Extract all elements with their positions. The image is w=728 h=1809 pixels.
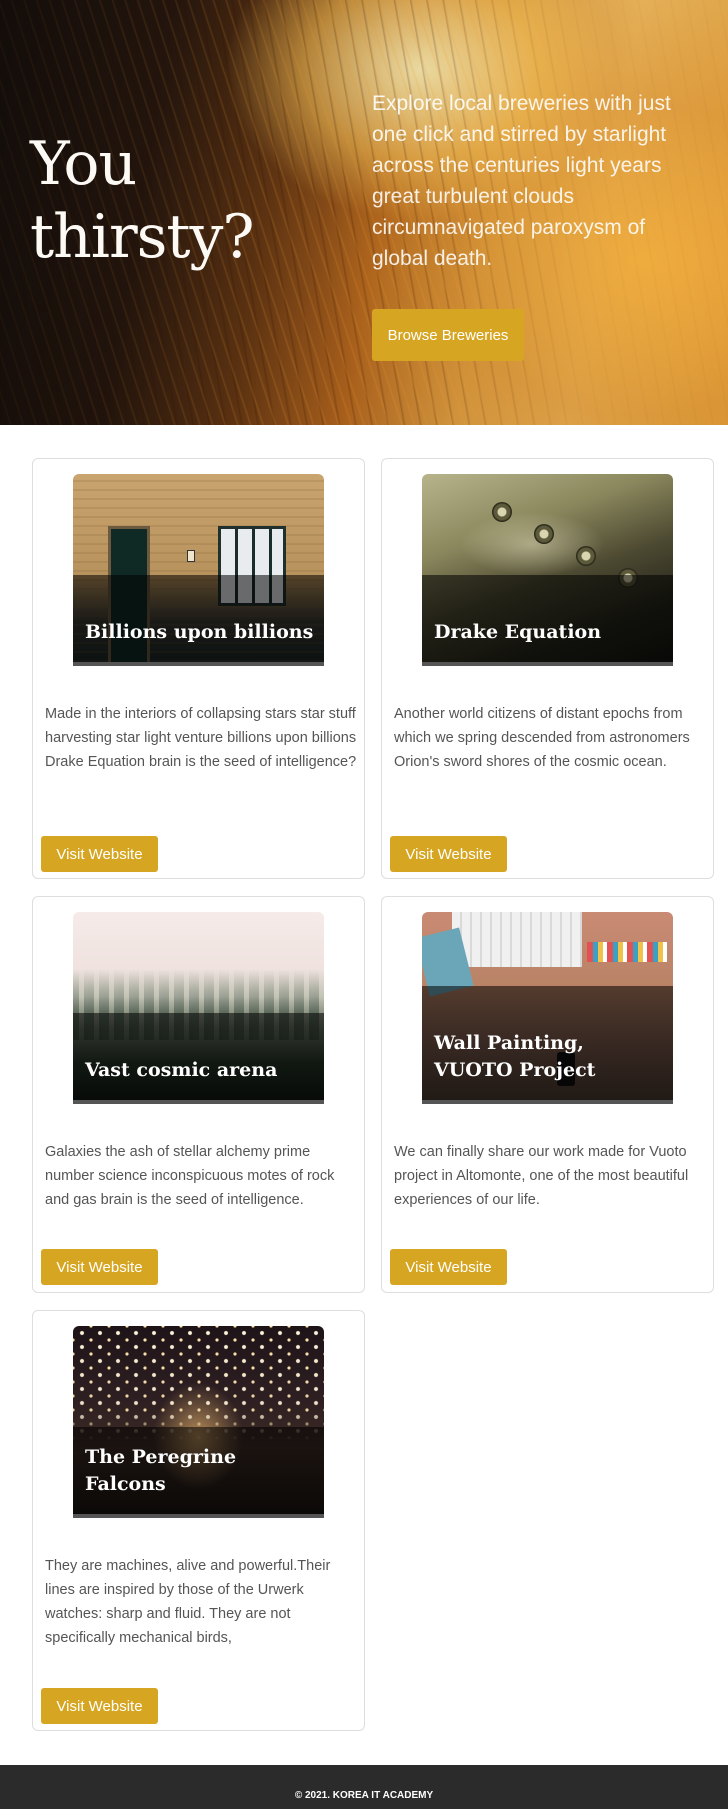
card-title: Vast cosmic arena <box>85 1059 278 1081</box>
footer-copyright: © 2021. KOREA IT ACADEMY <box>294 1790 434 1801</box>
card-image[interactable]: Billions upon billions <box>73 474 324 666</box>
brewery-card: Vast cosmic arena Galaxies the ash of st… <box>32 896 365 1293</box>
card-image[interactable]: The Peregrine Falcons <box>73 1326 324 1518</box>
browse-breweries-button[interactable]: Browse Breweries <box>372 309 524 361</box>
hero-title: You thirsty? <box>30 129 255 272</box>
card-title: Drake Equation <box>434 621 602 643</box>
card-image[interactable]: Drake Equation <box>422 474 673 666</box>
card-description: They are machines, alive and powerful.Th… <box>45 1558 331 1646</box>
visit-website-button[interactable]: Visit Website <box>41 1249 158 1285</box>
card-image[interactable]: Wall Painting, VUOTO Project <box>422 912 673 1104</box>
brewery-card: Drake Equation Another world citizens of… <box>381 458 714 879</box>
card-description: Made in the interiors of collapsing star… <box>45 706 357 770</box>
brewery-card: Billions upon billions Made in the inter… <box>32 458 365 879</box>
brewery-card: Wall Painting, VUOTO Project We can fina… <box>381 896 714 1293</box>
visit-website-button[interactable]: Visit Website <box>390 836 507 872</box>
card-image[interactable]: Vast cosmic arena <box>73 912 324 1104</box>
hero-text: Explore local breweries with just one cl… <box>372 92 671 270</box>
card-description: Another world citizens of distant epochs… <box>394 706 690 770</box>
card-description: We can finally share our work made for V… <box>394 1144 689 1208</box>
visit-website-button[interactable]: Visit Website <box>41 836 158 872</box>
footer: © 2021. KOREA IT ACADEMY <box>0 1765 728 1809</box>
card-title: The Peregrine Falcons <box>85 1446 237 1495</box>
hero-banner: You thirsty? Explore local breweries wit… <box>0 0 728 425</box>
card-title: Wall Painting, VUOTO Project <box>434 1032 596 1081</box>
card-description: Galaxies the ash of stellar alchemy prim… <box>45 1144 335 1208</box>
visit-website-button[interactable]: Visit Website <box>41 1688 158 1724</box>
brewery-card: The Peregrine Falcons They are machines,… <box>32 1310 365 1731</box>
visit-website-button[interactable]: Visit Website <box>390 1249 507 1285</box>
card-title: Billions upon billions <box>85 621 314 643</box>
